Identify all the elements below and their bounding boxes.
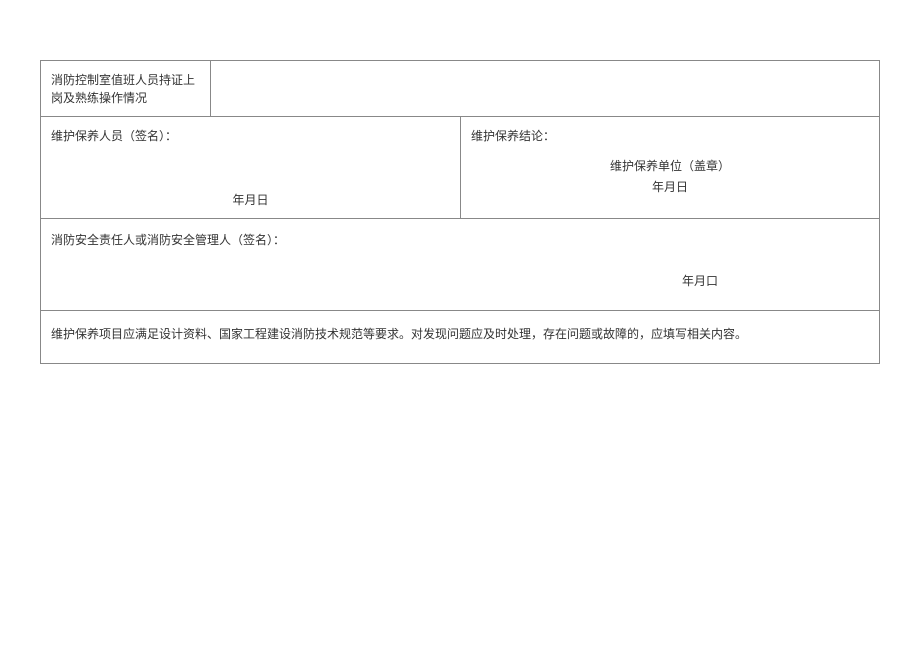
cert-operation-label: 消防控制室值班人员持证上岗及熟练操作情况 xyxy=(41,61,211,116)
manager-signature-label: 消防安全责任人或消防安全管理人（签名）： xyxy=(51,231,869,248)
form-table: 消防控制室值班人员持证上岗及熟练操作情况 维护保养人员（签名）： 年月日 维护保… xyxy=(40,60,880,364)
maintenance-unit-date: 年月日 xyxy=(652,178,688,195)
maintenance-unit-seal: 维护保养单位（盖章） xyxy=(610,157,730,174)
maintenance-personnel-label: 维护保养人员（签名）： xyxy=(51,127,450,144)
maintenance-personnel-cell: 维护保养人员（签名）： 年月日 xyxy=(41,117,461,218)
note-text: 维护保养项目应满足设计资料、国家工程建设消防技术规范等要求。对发现问题应及时处理… xyxy=(51,325,747,349)
cert-operation-value xyxy=(211,61,879,116)
row-cert-operation: 消防控制室值班人员持证上岗及熟练操作情况 xyxy=(41,61,879,117)
maintenance-personnel-date: 年月日 xyxy=(51,191,450,208)
maintenance-unit-block: 维护保养单位（盖章） 年月日 xyxy=(471,144,869,208)
row-note: 维护保养项目应满足设计资料、国家工程建设消防技术规范等要求。对发现问题应及时处理… xyxy=(41,311,879,363)
row-manager-signature: 消防安全责任人或消防安全管理人（签名）： 年月口 xyxy=(41,219,879,311)
maintenance-conclusion-label: 维护保养结论： xyxy=(471,127,869,144)
row-signatures: 维护保养人员（签名）： 年月日 维护保养结论： 维护保养单位（盖章） 年月日 xyxy=(41,117,879,219)
maintenance-conclusion-cell: 维护保养结论： 维护保养单位（盖章） 年月日 xyxy=(461,117,879,218)
page: 消防控制室值班人员持证上岗及熟练操作情况 维护保养人员（签名）： 年月日 维护保… xyxy=(0,0,920,651)
manager-signature-date: 年月口 xyxy=(51,272,869,289)
